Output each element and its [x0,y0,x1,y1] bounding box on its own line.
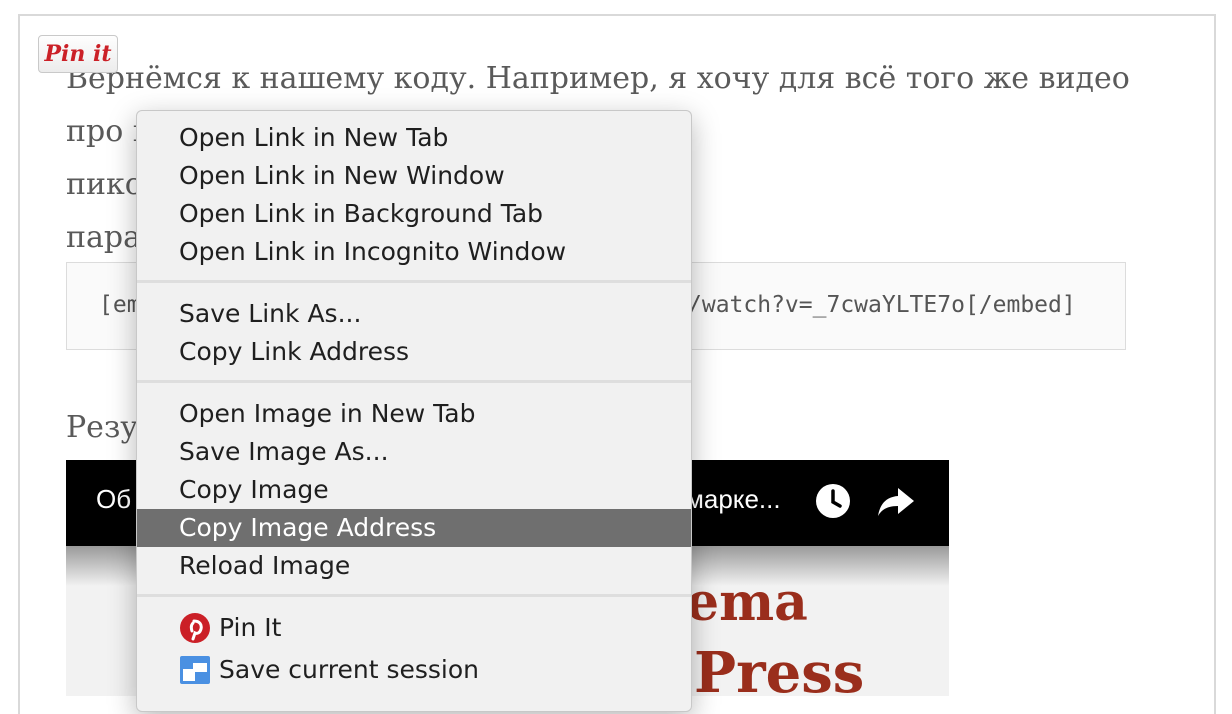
article-line: Вернёмся к нашему коду. Например, я хочу… [66,61,1130,96]
pinterest-icon [179,612,211,655]
menu-item-copy-image-address[interactable]: Copy Image Address [137,509,691,547]
menu-item-open-image-new-tab[interactable]: Open Image in New Tab [137,395,691,433]
context-menu: Open Link in New Tab Open Link in New Wi… [136,110,692,712]
menu-item-copy-image[interactable]: Copy Image [137,471,691,509]
menu-separator [137,594,691,597]
menu-item-open-link-new-tab[interactable]: Open Link in New Tab [137,119,691,157]
pinit-button[interactable]: Pin it [38,35,118,73]
code-text-right: /watch?v=_7cwaYLTE7o[/embed] [688,292,1076,318]
menu-item-label: Pin It [219,613,282,642]
menu-separator [137,280,691,283]
menu-item-label: Save current session [219,655,479,684]
menu-item-open-link-incognito[interactable]: Open Link in Incognito Window [137,233,691,271]
menu-item-open-link-new-window[interactable]: Open Link in New Window [137,157,691,195]
code-text-left: [em [99,292,141,318]
menu-item-pin-it[interactable]: Pin It [137,609,691,647]
session-icon [179,654,211,697]
share-arrow-icon[interactable] [876,482,916,525]
video-title-right[interactable]: марке... [686,484,781,515]
menu-item-save-link-as[interactable]: Save Link As... [137,295,691,333]
watch-later-clock-icon[interactable] [814,482,852,525]
menu-separator [137,380,691,383]
thumbnail-text: Press [694,640,865,696]
menu-item-reload-image[interactable]: Reload Image [137,547,691,585]
menu-item-open-link-background-tab[interactable]: Open Link in Background Tab [137,195,691,233]
menu-item-copy-link-address[interactable]: Copy Link Address [137,333,691,371]
result-label: Резу [66,410,138,445]
menu-item-save-image-as[interactable]: Save Image As... [137,433,691,471]
thumbnail-text: ema [686,572,808,633]
menu-item-save-current-session[interactable]: Save current session [137,651,691,689]
video-title-left[interactable]: Об [96,484,131,515]
